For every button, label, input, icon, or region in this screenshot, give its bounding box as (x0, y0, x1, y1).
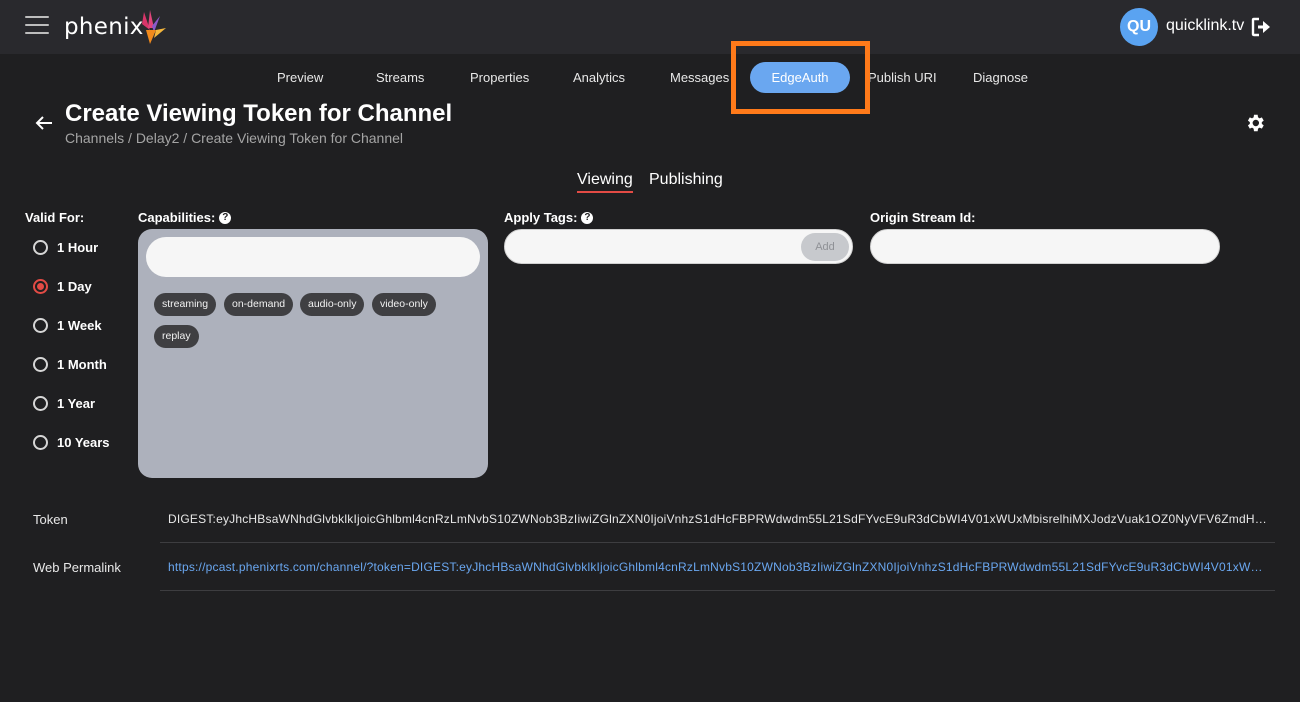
radio-button[interactable] (33, 357, 48, 372)
web-permalink-label: Web Permalink (33, 560, 121, 575)
breadcrumb: Channels / Delay2 / Create Viewing Token… (65, 130, 404, 146)
tab-messages[interactable]: Messages (670, 70, 729, 85)
phenix-flame-icon (142, 10, 166, 44)
valid-for-label: Valid For: (25, 210, 85, 225)
radio-10-years[interactable]: 10 Years (33, 435, 110, 450)
radio-button[interactable] (33, 435, 48, 450)
tab-diagnose[interactable]: Diagnose (973, 70, 1028, 85)
capability-chip-audio-only[interactable]: audio-only (300, 293, 365, 316)
tab-analytics[interactable]: Analytics (573, 70, 625, 85)
divider (160, 590, 1275, 591)
gear-icon[interactable] (1244, 112, 1266, 134)
tab-streams[interactable]: Streams (376, 70, 424, 85)
capability-chip-streaming[interactable]: streaming (154, 293, 217, 316)
back-arrow-icon[interactable] (34, 113, 54, 133)
capability-chip-replay[interactable]: replay (154, 325, 199, 348)
capability-chip-on-demand[interactable]: on-demand (224, 293, 294, 316)
radio-1-week[interactable]: 1 Week (33, 318, 102, 333)
tab-preview[interactable]: Preview (277, 70, 323, 85)
help-icon[interactable]: ? (581, 211, 594, 224)
radio-button[interactable] (33, 318, 48, 333)
radio-1-hour[interactable]: 1 Hour (33, 240, 98, 255)
radio-1-year[interactable]: 1 Year (33, 396, 95, 411)
apply-tags-label: Apply Tags: ? (504, 210, 594, 225)
radio-button[interactable] (33, 396, 48, 411)
origin-stream-id-input[interactable] (870, 229, 1220, 264)
avatar[interactable]: QU (1120, 8, 1158, 46)
hamburger-menu-icon[interactable] (25, 16, 49, 36)
highlight-annotation-box (731, 41, 870, 114)
top-bar: phenix QU quicklink.tv (0, 0, 1300, 54)
account-name[interactable]: quicklink.tv (1166, 17, 1244, 35)
tab-publish-uri[interactable]: Publish URI (868, 70, 937, 85)
tab-properties[interactable]: Properties (470, 70, 529, 85)
logout-icon[interactable] (1250, 16, 1272, 38)
help-icon[interactable]: ? (219, 211, 232, 224)
radio-1-day[interactable]: 1 Day (33, 279, 92, 294)
origin-stream-id-label: Origin Stream Id: (870, 210, 976, 225)
capabilities-input[interactable] (146, 237, 480, 277)
tab-publishing[interactable]: Publishing (649, 171, 723, 189)
page-title: Create Viewing Token for Channel (65, 100, 453, 127)
capabilities-panel: streaming on-demand audio-only video-onl… (138, 229, 488, 478)
radio-button-checked[interactable] (33, 279, 48, 294)
divider (160, 542, 1275, 543)
tab-viewing[interactable]: Viewing (577, 171, 633, 193)
capability-chip-video-only[interactable]: video-only (372, 293, 436, 316)
radio-1-month[interactable]: 1 Month (33, 357, 107, 372)
capabilities-label: Capabilities: ? (138, 210, 232, 225)
token-value[interactable]: DIGEST:eyJhcHBsaWNhdGlvbklkIjoicGhlbml4c… (168, 512, 1268, 526)
logo-text: phenix (64, 14, 144, 40)
add-tag-button[interactable]: Add (801, 233, 849, 261)
web-permalink-link[interactable]: https://pcast.phenixrts.com/channel/?tok… (168, 560, 1268, 574)
token-label: Token (33, 512, 68, 527)
radio-button[interactable] (33, 240, 48, 255)
